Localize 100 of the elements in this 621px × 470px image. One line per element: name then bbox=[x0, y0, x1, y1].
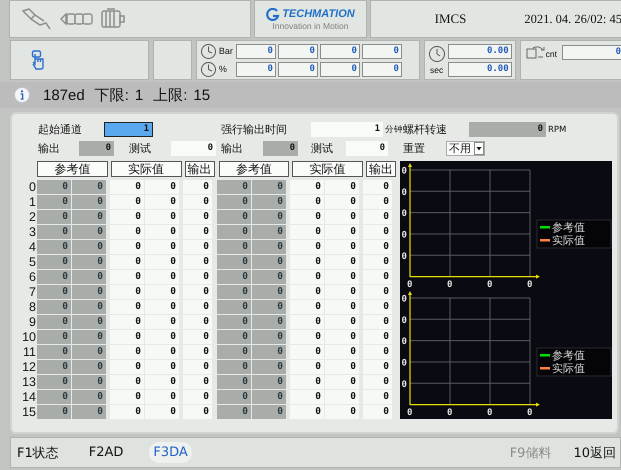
value-field[interactable]: 0 bbox=[320, 44, 360, 58]
upper-limit-label: 上限: bbox=[153, 86, 188, 104]
table-cell: 0 bbox=[72, 180, 107, 194]
table-cell: 0 bbox=[290, 195, 325, 209]
function-key[interactable]: F1状态 bbox=[13, 440, 63, 464]
field-label: 输出 bbox=[38, 141, 61, 156]
table-cell: 0 bbox=[217, 360, 252, 374]
dropdown[interactable]: 不用 bbox=[446, 141, 485, 156]
logo-icon bbox=[266, 8, 280, 20]
table-cell: 0 bbox=[183, 390, 213, 404]
table-cell: 0 bbox=[37, 360, 72, 374]
table-cell: 0 bbox=[37, 405, 72, 419]
table-cell: 0 bbox=[290, 375, 325, 389]
table-cell: 0 bbox=[145, 180, 180, 194]
dropdown-value: 不用 bbox=[449, 141, 471, 156]
table-cell: 0 bbox=[363, 210, 393, 224]
axis-label: 0 bbox=[402, 166, 407, 176]
function-key[interactable]: F3DA bbox=[149, 442, 192, 463]
input-field[interactable]: 1 bbox=[104, 122, 153, 137]
table-cell: 0 bbox=[145, 225, 180, 239]
table-cell: 0 bbox=[110, 405, 145, 419]
function-key[interactable]: F2AD bbox=[84, 442, 128, 463]
row-number: 5 bbox=[28, 255, 37, 270]
column-header: 参考值 bbox=[37, 161, 108, 177]
table-cell: 0 bbox=[363, 360, 393, 374]
axis-label: 0 bbox=[402, 230, 407, 240]
table-cell: 0 bbox=[217, 300, 252, 314]
legend-label: 实际值 bbox=[552, 362, 585, 375]
table-cell: 0 bbox=[37, 255, 72, 269]
table-cell: 0 bbox=[252, 390, 287, 404]
table-cell: 0 bbox=[252, 300, 287, 314]
axis-label: 0 bbox=[402, 358, 407, 368]
input-field[interactable]: 1 bbox=[311, 122, 383, 137]
value-field[interactable]: 0.00 bbox=[448, 44, 512, 58]
table-cell: 0 bbox=[110, 285, 145, 299]
table-cell: 0 bbox=[37, 315, 72, 329]
unit-label: 分钟 bbox=[384, 124, 403, 136]
field-label: 输出 bbox=[221, 141, 244, 156]
unit-label: cnt bbox=[546, 49, 557, 59]
value-field[interactable]: 0 bbox=[362, 44, 402, 58]
value-field[interactable]: 0 bbox=[278, 62, 318, 76]
axis-label: 0 bbox=[402, 252, 407, 262]
table-cell: 0 bbox=[325, 225, 360, 239]
table-cell: 0 bbox=[110, 210, 145, 224]
table-cell: 0 bbox=[217, 255, 252, 269]
table-cell: 0 bbox=[110, 315, 145, 329]
table-cell: 0 bbox=[290, 330, 325, 344]
table-cell: 0 bbox=[217, 270, 252, 284]
table-cell: 0 bbox=[252, 375, 287, 389]
table-cell: 0 bbox=[183, 180, 213, 194]
info-icon bbox=[14, 87, 30, 103]
axis-label: 0 bbox=[487, 408, 492, 418]
value-field[interactable]: 0.00 bbox=[448, 62, 512, 76]
axis-label: 0 bbox=[402, 316, 407, 326]
table-cell: 0 bbox=[110, 330, 145, 344]
table-cell: 0 bbox=[325, 315, 360, 329]
table-cell: 0 bbox=[217, 405, 252, 419]
input-field[interactable]: 0 bbox=[263, 141, 298, 156]
table-cell: 0 bbox=[252, 270, 287, 284]
row-number: 2 bbox=[28, 210, 37, 225]
table-cell: 0 bbox=[252, 240, 287, 254]
value-field[interactable]: 0 bbox=[562, 45, 621, 60]
system-name: IMCS bbox=[434, 11, 466, 27]
column-header: 实际值 bbox=[110, 161, 182, 177]
table-cell: 0 bbox=[363, 300, 393, 314]
unit-label: sec bbox=[430, 65, 444, 75]
table-cell: 0 bbox=[183, 330, 213, 344]
table-cell: 0 bbox=[363, 390, 393, 404]
table-cell: 0 bbox=[183, 210, 213, 224]
value-field[interactable]: 0 bbox=[320, 62, 360, 76]
table-cell: 0 bbox=[363, 315, 393, 329]
value-field[interactable]: 0 bbox=[236, 44, 276, 58]
value-field[interactable]: 0 bbox=[236, 62, 276, 76]
table-cell: 0 bbox=[217, 285, 252, 299]
table-cell: 0 bbox=[290, 270, 325, 284]
table-cell: 0 bbox=[37, 195, 72, 209]
table-cell: 0 bbox=[252, 315, 287, 329]
table-cell: 0 bbox=[110, 375, 145, 389]
input-field[interactable]: 0 bbox=[79, 141, 114, 156]
value-field[interactable]: 0 bbox=[362, 62, 402, 76]
legend-label: 参考值 bbox=[552, 349, 585, 362]
upper-limit-value: 15 bbox=[193, 86, 210, 104]
caret-icon bbox=[474, 142, 484, 155]
axis-label: 0 bbox=[407, 280, 412, 290]
table-cell: 0 bbox=[363, 405, 393, 419]
table-cell: 0 bbox=[363, 375, 393, 389]
table-cell: 0 bbox=[145, 405, 180, 419]
value-field[interactable]: 0 bbox=[278, 44, 318, 58]
input-field[interactable]: 0 bbox=[171, 141, 216, 156]
table-cell: 0 bbox=[290, 300, 325, 314]
axis-label: 0 bbox=[402, 209, 407, 220]
lower-limit-value: 1 bbox=[134, 86, 144, 104]
table-cell: 0 bbox=[363, 330, 393, 344]
unit-label: RPM bbox=[547, 124, 568, 134]
table-cell: 0 bbox=[37, 240, 72, 254]
table-cell: 0 bbox=[37, 210, 72, 224]
table-cell: 0 bbox=[325, 375, 360, 389]
input-field[interactable]: 0 bbox=[346, 141, 388, 156]
function-key[interactable]: 10返回 bbox=[569, 440, 620, 464]
input-field[interactable]: 0 bbox=[469, 122, 546, 137]
